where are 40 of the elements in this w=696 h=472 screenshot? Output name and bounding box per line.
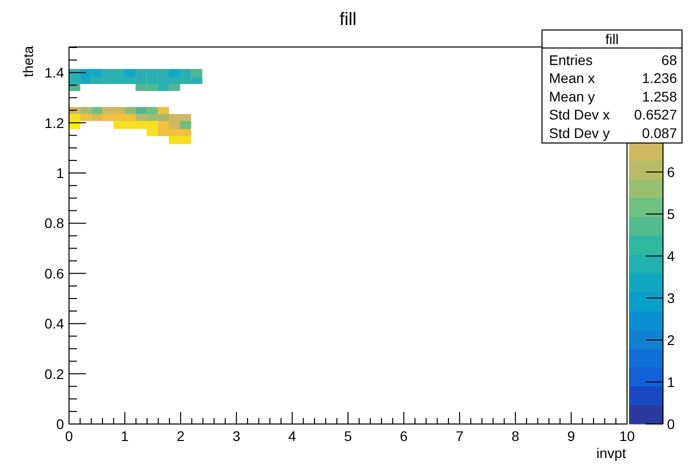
y-tick-label: 1 <box>56 165 64 181</box>
color-scale-label: 5 <box>667 206 675 222</box>
x-tick-label: 6 <box>400 428 408 444</box>
x-tick-label: 5 <box>344 428 352 444</box>
y-tick-label: 0.2 <box>44 366 64 382</box>
x-tick-label: 10 <box>619 428 635 444</box>
stats-value: 0.087 <box>642 124 677 141</box>
x-tick-label: 8 <box>512 428 520 444</box>
stats-name: Mean y <box>549 88 595 104</box>
stats-name: Std Dev x <box>549 106 610 123</box>
color-scale-label: 0 <box>667 416 675 432</box>
stats-name: Entries <box>549 52 593 68</box>
x-tick-label: 2 <box>176 428 184 444</box>
y-tick-label: 0 <box>56 416 64 432</box>
y-tick-label: 1.2 <box>44 114 64 131</box>
x-tick-label: 9 <box>567 428 576 444</box>
color-scale-label: 2 <box>667 332 675 348</box>
stats-value: 0.6527 <box>634 106 677 123</box>
y-axis-label: theta <box>20 46 36 78</box>
stats-name: Std Dev y <box>549 124 610 141</box>
x-tick-label: 3 <box>232 428 240 444</box>
color-scale-label: 3 <box>667 290 675 306</box>
x-tick-label: 4 <box>288 428 296 444</box>
x-axis-label: invpt <box>596 445 626 461</box>
color-scale-label: 1 <box>667 374 675 390</box>
stats-value: 1.258 <box>642 88 677 104</box>
chart-title: fill <box>340 9 356 29</box>
stats-name: Mean x <box>549 70 595 86</box>
x-tick-label: 1 <box>120 428 129 444</box>
y-tick-label: 0.8 <box>44 215 64 232</box>
stats-value: 68 <box>661 52 677 68</box>
x-tick-label: 0 <box>65 428 73 444</box>
color-scale-label: 6 <box>667 164 675 180</box>
stats-value: 1.236 <box>642 70 677 86</box>
y-tick-label: 0.4 <box>44 316 64 332</box>
x-tick-label: 7 <box>456 428 464 444</box>
stats-title: fill <box>605 31 619 47</box>
color-scale-label: 4 <box>667 248 675 264</box>
y-tick-label: 0.6 <box>44 265 64 282</box>
y-tick-label: 1.4 <box>44 64 64 81</box>
